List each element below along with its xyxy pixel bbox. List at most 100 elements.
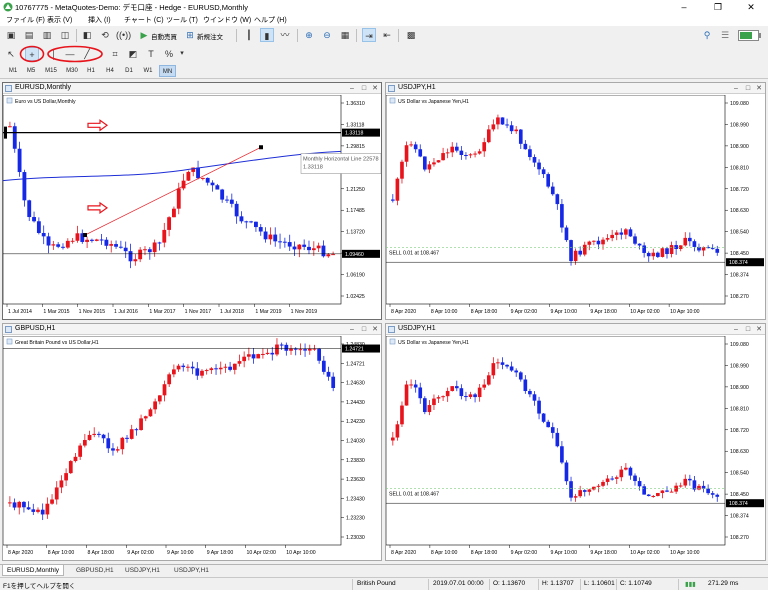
chart-close-button[interactable]: ✕: [754, 324, 764, 335]
signals-icon[interactable]: ((•)): [116, 28, 131, 42]
price-label: 1.24630: [346, 381, 365, 387]
current-price-label: 1.09460: [345, 252, 364, 258]
chart-shift-icon[interactable]: ⇤: [380, 28, 394, 42]
chart-maximize-button[interactable]: □: [359, 83, 369, 94]
chart-window-gbpusd-h1[interactable]: GBPUSD,H1 – □ ✕ Great Britain Pound vs U…: [2, 323, 382, 561]
eurusd-monthly-chart[interactable]: Euro vs US Dollar,Monthly 1.36310 1.33118 1…: [3, 95, 381, 320]
chart-window-title-bar[interactable]: USDJPY,H1 – □ ✕: [386, 324, 765, 335]
chart-window-eurusd-monthly[interactable]: EURUSD,Monthly – □ ✕ Euro vs US Dollar,M…: [2, 82, 382, 320]
candlestick-chart-icon[interactable]: ▮: [260, 28, 274, 42]
menu-file[interactable]: ファイル (F): [6, 15, 45, 25]
usdjpy-h1-chart[interactable]: US Dollar vs Japanese Yen,H1 109.080 108.9…: [386, 95, 765, 320]
gbpusd-h1-chart[interactable]: Great Britain Pound vs US Dollar,H11.248…: [3, 336, 381, 561]
chart-window-usdjpy-h1-top[interactable]: USDJPY,H1 – □ ✕ US Dollar vs Japanese Ye…: [385, 82, 766, 320]
chart-window-title-bar[interactable]: USDJPY,H1 – □ ✕: [386, 83, 765, 94]
tab-gbpusd-h1[interactable]: GBPUSD,H1: [72, 565, 118, 576]
usdjpy-h1-chart[interactable]: US Dollar vs Japanese Yen,H1 109.080 108.9…: [386, 336, 765, 561]
auto-trading-button[interactable]: 自動売買: [151, 31, 177, 41]
new-chart-icon[interactable]: ▣: [4, 28, 18, 42]
candle-body: [569, 240, 573, 262]
chart-close-button[interactable]: ✕: [754, 83, 764, 94]
menu-view[interactable]: 表示 (V): [47, 15, 72, 25]
candle-body: [656, 493, 660, 496]
arrows-icon[interactable]: %: [162, 47, 176, 61]
candle-body: [123, 247, 128, 252]
candle-body: [176, 188, 181, 209]
market-watch-icon[interactable]: ▥: [40, 28, 54, 42]
candle-body: [537, 400, 541, 414]
navigator-icon[interactable]: ◫: [58, 28, 72, 42]
chart-window-title-bar[interactable]: GBPUSD,H1 – □ ✕: [3, 324, 381, 335]
close-button[interactable]: ✕: [734, 0, 768, 14]
chart-maximize-button[interactable]: □: [743, 83, 753, 94]
chat-icon[interactable]: ☰: [718, 28, 732, 42]
zoom-out-icon[interactable]: ⊖: [320, 28, 334, 42]
status-open: O: 1.13670: [493, 580, 526, 587]
auto-scroll-icon[interactable]: ⇥: [362, 28, 376, 42]
candle-body: [289, 348, 293, 351]
line-chart-icon[interactable]: 〰: [278, 28, 292, 42]
current-price-label: 1.24721: [345, 347, 364, 353]
cursor-icon[interactable]: ↖: [4, 47, 18, 61]
zoom-in-icon[interactable]: ⊕: [302, 28, 316, 42]
data-window-icon[interactable]: ◧: [80, 28, 94, 42]
tab-usdjpy-h1[interactable]: USDJPY,H1: [121, 565, 164, 576]
new-order-button[interactable]: 新規注文: [197, 31, 223, 41]
timeframe-w1[interactable]: W1: [141, 65, 155, 77]
candle-body: [92, 433, 97, 435]
dropdown-icon[interactable]: ▾: [175, 47, 189, 61]
auto-trading-icon[interactable]: ▶: [137, 28, 151, 42]
fibonacci-icon[interactable]: ⌗: [108, 47, 122, 61]
candle-body: [256, 354, 261, 359]
chart-window-usdjpy-h1-bottom[interactable]: USDJPY,H1 – □ ✕ US Dollar vs Japanese Ye…: [385, 323, 766, 561]
tab-usdjpy-h1-2[interactable]: USDJPY,H1: [170, 565, 213, 576]
menu-window[interactable]: ウインドウ (W): [203, 15, 251, 25]
timeframe-d1[interactable]: D1: [122, 65, 136, 77]
timeframe-m1[interactable]: M1: [6, 65, 20, 77]
algo-icon[interactable]: ⟲: [98, 28, 112, 42]
chart-maximize-button[interactable]: □: [359, 324, 369, 335]
timeframe-m5[interactable]: M5: [24, 65, 38, 77]
profiles-icon[interactable]: ▤: [22, 28, 36, 42]
candle-body: [505, 124, 509, 126]
chart-minimize-button[interactable]: –: [347, 324, 357, 335]
chart-minimize-button[interactable]: –: [347, 83, 357, 94]
menu-charts[interactable]: チャート (C): [124, 15, 164, 25]
timeframe-mn[interactable]: MN: [159, 65, 176, 77]
candle-body: [85, 239, 90, 242]
candle-body: [633, 475, 637, 482]
time-label: 1 Mar 2019: [255, 309, 281, 315]
candle-body: [514, 370, 519, 373]
title-bar: 10767775 - MetaQuotes-Demo: デモ口座 - Hedge…: [0, 0, 768, 14]
search-icon[interactable]: ⚲: [700, 28, 714, 42]
menu-insert[interactable]: 挿入 (I): [88, 15, 111, 25]
text-tool-icon[interactable]: T: [144, 47, 158, 61]
chart-minimize-button[interactable]: –: [731, 83, 741, 94]
chart-minimize-button[interactable]: –: [731, 324, 741, 335]
candle-body: [628, 229, 633, 237]
bar-chart-icon[interactable]: ┃: [242, 28, 256, 42]
menu-tools[interactable]: ツール (T): [166, 15, 198, 25]
new-order-icon[interactable]: ⊞: [183, 28, 197, 42]
price-label: 1.17485: [346, 208, 365, 214]
chart-close-button[interactable]: ✕: [370, 83, 380, 94]
minimize-button[interactable]: –: [667, 0, 701, 14]
tab-eurusd-monthly[interactable]: EURUSD,Monthly: [2, 565, 65, 576]
menu-help[interactable]: ヘルプ (H): [254, 15, 287, 25]
chart-maximize-button[interactable]: □: [743, 324, 753, 335]
timeframe-h4[interactable]: H4: [103, 65, 117, 77]
maximize-button[interactable]: ❐: [701, 0, 735, 14]
tile-windows-icon[interactable]: ▦: [338, 28, 352, 42]
timeframe-h1[interactable]: H1: [84, 65, 98, 77]
chart-window-title-bar[interactable]: EURUSD,Monthly – □ ✕: [3, 83, 381, 94]
price-label: 108.900: [730, 144, 749, 150]
candle-body: [427, 405, 432, 413]
chart-close-button[interactable]: ✕: [370, 324, 380, 335]
shapes-icon[interactable]: ◩: [126, 47, 140, 61]
candle-body: [172, 208, 176, 218]
timeframe-m30[interactable]: M30: [63, 65, 81, 77]
timeframe-m15[interactable]: M15: [42, 65, 60, 77]
symbol-description: US Dollar vs Japanese Yen,H1: [398, 340, 469, 346]
indicators-icon[interactable]: ▩: [404, 28, 418, 42]
candle-body: [445, 152, 450, 154]
